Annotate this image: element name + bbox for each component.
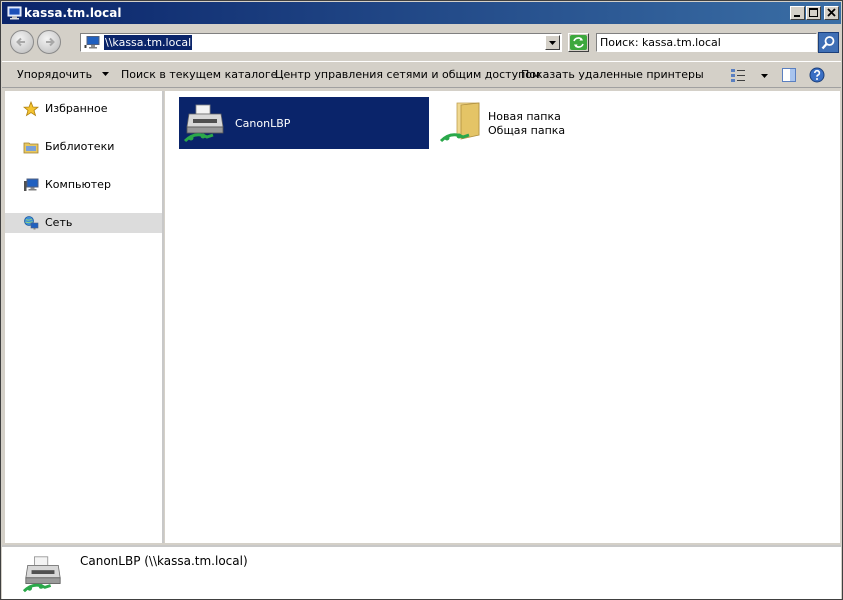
nav-item-label: Избранное (45, 102, 108, 115)
nav-item-label: Сеть (45, 216, 73, 229)
item-canonlbp[interactable]: CanonLBP (179, 97, 429, 149)
organize-label: Упорядочить (17, 68, 93, 81)
arrow-left-icon (16, 37, 25, 47)
network-printer-icon (183, 104, 224, 143)
explorer-window: kassa.tm.local \\kassa.tm.local Поиск: k… (0, 0, 843, 600)
arrow-right-icon (46, 37, 55, 47)
show-remote-printers-button[interactable]: Показать удаленные принтеры (521, 68, 704, 81)
details-pane: CanonLBP (\\kassa.tm.local) (2, 545, 841, 599)
address-path[interactable]: \\kassa.tm.local (104, 35, 193, 50)
search-box[interactable] (596, 33, 817, 52)
chevron-down-icon[interactable] (757, 67, 773, 83)
organize-button[interactable]: Упорядочить (17, 68, 110, 81)
minimize-icon (794, 15, 800, 17)
close-button[interactable] (824, 6, 839, 20)
forward-button[interactable] (37, 30, 61, 54)
refresh-icon (570, 35, 587, 50)
item-name: Новая папка (488, 110, 561, 123)
nav-item-computer[interactable]: Компьютер (5, 175, 162, 195)
view-options-icon[interactable] (730, 67, 746, 83)
content-pane: CanonLBP Новая папка Общая папка (165, 91, 840, 543)
title-bar[interactable]: kassa.tm.local (2, 2, 841, 24)
help-icon[interactable] (809, 67, 825, 83)
nav-item-label: Компьютер (45, 178, 111, 191)
chevron-down-icon (101, 72, 109, 76)
command-bar: Упорядочить Поиск в текущем каталоге Цен… (2, 61, 841, 88)
details-title: CanonLBP (\\kassa.tm.local) (80, 554, 248, 568)
address-dropdown-button[interactable] (545, 35, 560, 50)
search-in-folder-button[interactable]: Поиск в текущем каталоге (121, 68, 277, 81)
address-bar[interactable]: \\kassa.tm.local (80, 33, 562, 52)
item-name: CanonLBP (235, 117, 291, 130)
item-subtitle: Общая папка (488, 124, 566, 137)
nav-item-favorites[interactable]: Избранное (5, 99, 162, 119)
refresh-button[interactable] (568, 33, 589, 52)
star-icon (23, 101, 39, 117)
search-input[interactable] (600, 35, 810, 50)
back-button[interactable] (10, 30, 34, 54)
minimize-button[interactable] (790, 6, 805, 20)
search-icon (821, 36, 835, 50)
network-printer-icon (22, 556, 61, 593)
nav-item-libraries[interactable]: Библиотеки (5, 137, 162, 157)
close-icon (827, 8, 836, 17)
computer-icon (7, 6, 22, 20)
maximize-button[interactable] (806, 6, 821, 20)
computer-icon (84, 36, 100, 49)
window-title: kassa.tm.local (24, 6, 122, 20)
search-button[interactable] (818, 32, 839, 53)
navigation-pane: Избранное Библиотеки Компьютер Сеть (5, 91, 164, 543)
computer-icon (24, 178, 39, 191)
network-center-button[interactable]: Центр управления сетями и общим доступом (275, 68, 540, 81)
network-icon (24, 216, 39, 230)
nav-item-label: Библиотеки (45, 140, 115, 153)
nav-item-network[interactable]: Сеть (5, 213, 162, 233)
chevron-down-icon (549, 41, 556, 45)
item-new-folder[interactable]: Новая папка Общая папка (435, 97, 685, 149)
shared-folder-icon (439, 102, 480, 143)
library-icon (23, 142, 39, 154)
address-row: \\kassa.tm.local (2, 25, 841, 60)
preview-pane-icon[interactable] (781, 67, 797, 83)
maximize-icon (809, 8, 818, 17)
